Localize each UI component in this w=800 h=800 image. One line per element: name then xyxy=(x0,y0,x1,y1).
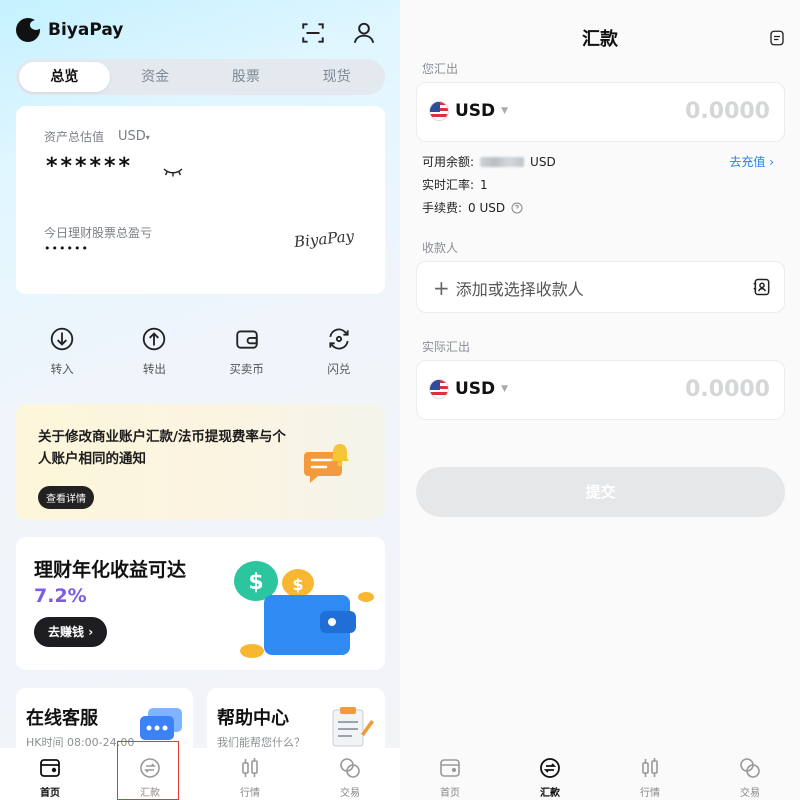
asset-total-label: 资产总估值 xyxy=(44,130,105,144)
home-wallet-icon xyxy=(440,759,460,777)
asset-total-value: ****** xyxy=(46,154,134,179)
actual-currency-selector[interactable]: USD ▼ xyxy=(429,379,508,399)
actual-amount-field: USD ▼ 0.0000 xyxy=(416,360,785,420)
promo-card[interactable]: 理财年化收益可达7.2% 去赚钱 › $ $ xyxy=(16,537,385,670)
tab-remit[interactable]: 汇款 xyxy=(500,748,600,800)
wallet-coins-illustration-icon: $ $ xyxy=(234,561,374,658)
actual-amount-value: 0.0000 xyxy=(685,377,770,402)
earn-button[interactable]: 去赚钱 › xyxy=(34,617,108,647)
payee-field[interactable]: + 添加或选择收款人 xyxy=(416,261,785,313)
tab-spot[interactable]: 现货 xyxy=(291,62,382,92)
us-flag-icon xyxy=(429,379,449,399)
action-buy-sell[interactable]: 买卖币 xyxy=(201,326,293,377)
help-title: 帮助中心 xyxy=(217,708,289,729)
currency-selector[interactable]: USD▾ xyxy=(118,129,150,144)
wallet-icon xyxy=(235,330,258,349)
biyapay-logo-icon xyxy=(16,18,42,42)
tab-label: 交易 xyxy=(340,788,360,799)
remit-icon xyxy=(540,758,560,778)
tab-home[interactable]: 首页 xyxy=(400,748,500,800)
available-balance-row: 可用余额: USD xyxy=(422,154,556,170)
swap-icon xyxy=(329,328,349,350)
tab-stocks[interactable]: 股票 xyxy=(201,62,292,92)
tab-funds[interactable]: 资金 xyxy=(110,62,201,92)
action-label: 买卖币 xyxy=(229,362,264,376)
actual-send-label: 实际汇出 xyxy=(422,340,471,354)
fee-row: 手续费: 0 USD xyxy=(422,199,523,216)
record-list-icon[interactable] xyxy=(768,29,786,47)
eye-closed-icon[interactable] xyxy=(162,166,184,178)
candlestick-icon xyxy=(242,758,258,777)
bottom-tabbar: 首页 汇款 行情 交易 xyxy=(0,748,400,800)
notice-detail-button[interactable]: 查看详情 xyxy=(38,486,94,509)
tab-trade[interactable]: 交易 xyxy=(700,748,800,800)
chat-bubble-icon xyxy=(140,708,182,740)
action-label: 转入 xyxy=(50,362,74,376)
asset-card: 资产总估值 USD▾ ****** 今日理财股票总盈亏 •••••• BiyaP… xyxy=(16,106,385,294)
service-title: 在线客服 xyxy=(26,708,98,729)
withdraw-icon xyxy=(143,327,166,351)
balance-masked xyxy=(480,156,525,167)
brand-name: BiyaPay xyxy=(48,20,124,40)
profile-icon[interactable] xyxy=(351,20,377,46)
submit-button[interactable]: 提交 xyxy=(416,467,785,517)
plus-icon: + xyxy=(433,276,450,300)
tab-market[interactable]: 行情 xyxy=(200,748,300,800)
deposit-icon xyxy=(50,327,74,351)
send-amount-input[interactable]: 0.0000 xyxy=(685,99,770,124)
promo-rate: 7.2% xyxy=(34,585,87,607)
tab-market[interactable]: 行情 xyxy=(600,748,700,800)
trade-coins-icon xyxy=(740,758,760,778)
action-deposit[interactable]: 转入 xyxy=(16,326,108,377)
you-send-label: 您汇出 xyxy=(422,62,459,76)
promo-title: 理财年化收益可达7.2% xyxy=(34,559,187,607)
tab-label: 首页 xyxy=(440,788,460,799)
page-title: 汇款 xyxy=(582,29,618,50)
brand-logo: BiyaPay xyxy=(16,18,123,42)
payee-placeholder: 添加或选择收款人 xyxy=(455,280,584,299)
notification-bell-icon xyxy=(304,444,349,483)
home-screen: BiyaPay 总览 资金 股票 现货 资产总估值 USD▾ ****** 今日… xyxy=(0,0,400,800)
clipboard-icon xyxy=(332,707,374,747)
svg-text:$: $ xyxy=(248,570,263,595)
svg-text:$: $ xyxy=(292,575,303,594)
notice-card[interactable]: 关于修改商业账户汇款/法币提现费率与个人账户相同的通知 查看详情 xyxy=(16,404,385,520)
signature-mark: BiyaPay xyxy=(293,226,355,252)
trade-coins-icon xyxy=(340,758,360,778)
candlestick-icon xyxy=(642,758,658,777)
home-wallet-icon xyxy=(40,759,60,777)
send-amount-field: USD ▼ 0.0000 xyxy=(416,82,785,142)
bottom-tabbar: 首页 汇款 行情 交易 xyxy=(400,748,800,800)
tab-label: 行情 xyxy=(240,788,260,799)
payee-label: 收款人 xyxy=(422,241,459,255)
notice-text: 关于修改商业账户汇款/法币提现费率与个人账户相同的通知 xyxy=(38,429,286,467)
tab-label: 汇款 xyxy=(540,788,560,799)
action-label: 闪兑 xyxy=(327,362,351,376)
today-pnl-value: •••••• xyxy=(44,242,89,255)
action-withdraw[interactable]: 转出 xyxy=(108,326,200,377)
quick-actions: 转入 转出 买卖币 闪兑 xyxy=(16,326,385,377)
tab-home[interactable]: 首页 xyxy=(0,748,100,800)
exchange-rate-row: 实时汇率: 1 xyxy=(422,177,488,193)
remit-tab-highlight xyxy=(117,741,179,800)
recharge-link[interactable]: 去充值 › xyxy=(729,153,774,170)
contacts-book-icon[interactable] xyxy=(752,277,772,297)
tab-trade[interactable]: 交易 xyxy=(300,748,400,800)
tab-label: 行情 xyxy=(640,788,660,799)
tab-label: 首页 xyxy=(40,788,60,799)
send-currency-selector[interactable]: USD ▼ xyxy=(429,101,508,121)
action-label: 转出 xyxy=(142,362,166,376)
action-flash-swap[interactable]: 闪兑 xyxy=(293,326,385,377)
scan-icon[interactable] xyxy=(300,20,326,46)
us-flag-icon xyxy=(429,101,449,121)
tab-overview[interactable]: 总览 xyxy=(19,62,110,92)
tab-label: 交易 xyxy=(740,788,760,799)
help-question-icon[interactable] xyxy=(511,202,523,214)
overview-tabs: 总览 资金 股票 现货 xyxy=(16,59,385,95)
remit-screen: 汇款 您汇出 USD ▼ 0.0000 可用余额: USD 去充值 › 实时汇率: 1… xyxy=(400,0,800,800)
today-pnl-label: 今日理财股票总盈亏 xyxy=(44,226,153,240)
